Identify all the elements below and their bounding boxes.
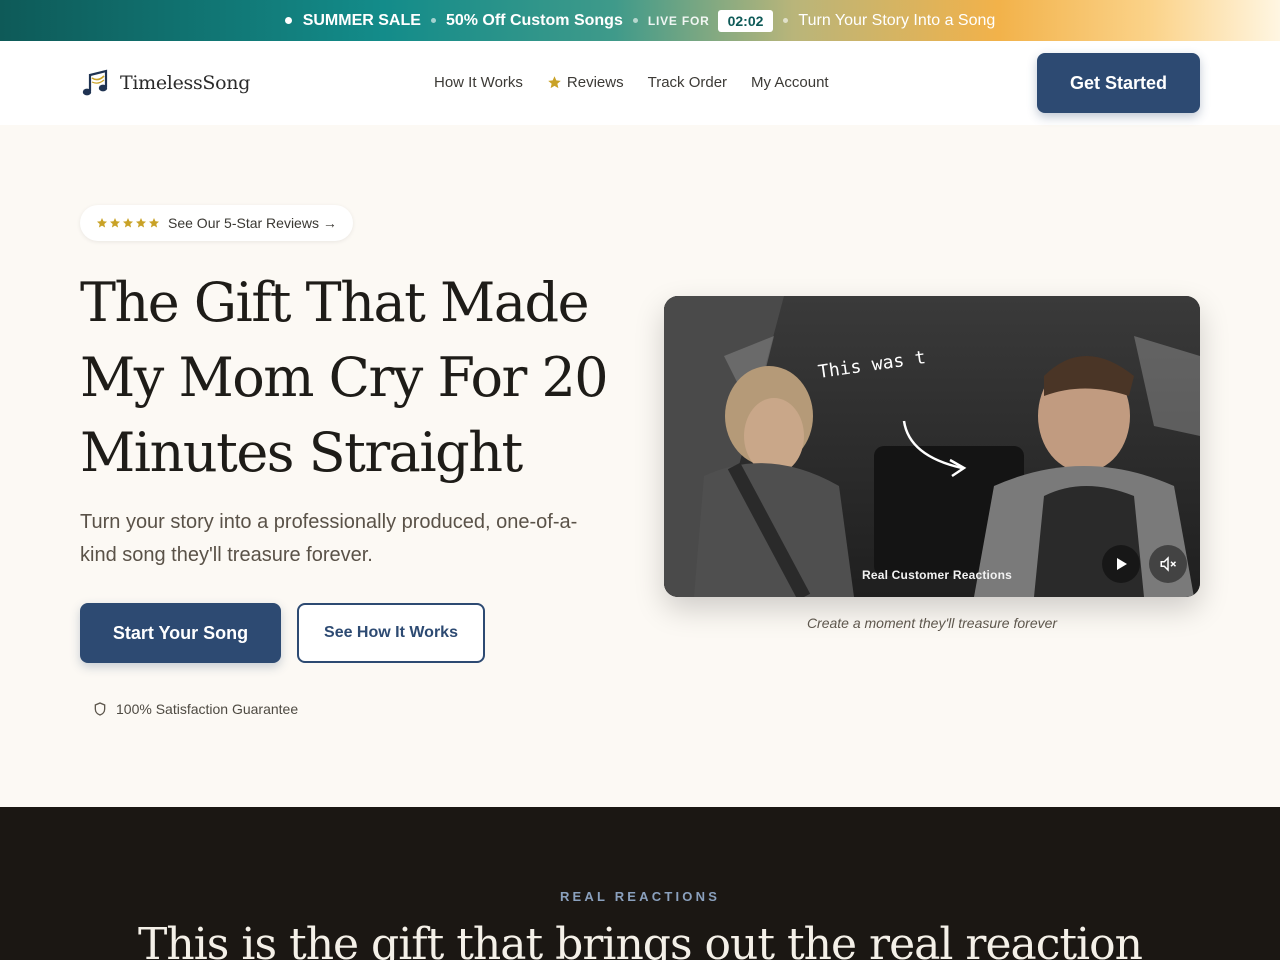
nav-link-label: My Account [751, 74, 829, 91]
reviews-pill-label: See Our 5-Star Reviews → [168, 215, 337, 231]
hero-title-line: The Gift That Made [80, 271, 590, 334]
section-title: This is the gift that brings out the rea… [138, 919, 1143, 960]
star-icon [548, 76, 561, 89]
nav-link-track-order[interactable]: Track Order [648, 74, 727, 91]
promo-countdown-timer: 02:02 [717, 9, 774, 32]
nav-link-my-account[interactable]: My Account [751, 74, 829, 91]
satisfaction-guarantee: 100% Satisfaction Guarantee [92, 701, 298, 717]
brand-name: TimelessSong [120, 72, 251, 94]
promo-live-label: LIVE FOR [647, 13, 710, 28]
promo-sale-label: SUMMER SALE [302, 11, 421, 29]
hero-title-line: My Mom Cry For 20 [80, 346, 609, 409]
reviews-pill-link[interactable]: See Our 5-Star Reviews → [80, 205, 353, 241]
music-note-logo-icon [82, 69, 108, 96]
hero-title: The Gift That Made My Mom Cry For 20 Min… [80, 265, 620, 490]
nav-link-how-it-works[interactable]: How It Works [434, 74, 523, 91]
promo-tagline: Turn Your Story Into a Song [798, 11, 996, 29]
brand-logo[interactable]: TimelessSong [80, 67, 250, 99]
star-icon [149, 218, 159, 228]
promo-dot [284, 17, 292, 24]
star-icon [136, 218, 146, 228]
nav-links: How It Works Reviews Track Order My Acco… [434, 74, 829, 91]
hero-title-line: Minutes Straight [80, 421, 523, 484]
star-icon [110, 218, 120, 228]
five-star-rating [96, 217, 160, 229]
video-caption: Create a moment they'll treasure forever [806, 615, 1058, 631]
section-kicker: REAL REACTIONS [559, 889, 721, 904]
reaction-video-player[interactable]: This was t Real Customer Reactions [664, 296, 1200, 597]
top-navigation: TimelessSong How It Works Reviews Track … [0, 41, 1280, 125]
shield-icon [94, 702, 106, 716]
play-icon [1117, 558, 1127, 570]
mute-button[interactable] [1149, 545, 1187, 583]
nav-link-label: Reviews [566, 74, 624, 91]
start-your-song-button[interactable]: Start Your Song [80, 603, 281, 663]
hero-subtitle: Turn your story into a professionally pr… [80, 511, 578, 566]
promo-separator [632, 18, 638, 23]
nav-link-label: Track Order [647, 74, 728, 91]
video-overlay-caption: Real Customer Reactions [862, 568, 1012, 582]
promo-separator [783, 18, 789, 23]
nav-link-reviews[interactable]: Reviews [547, 74, 624, 91]
promo-banner: SUMMER SALE 50% Off Custom Songs LIVE FO… [0, 0, 1280, 41]
nav-link-label: How It Works [434, 74, 523, 91]
star-icon [123, 218, 133, 228]
real-reactions-section: REAL REACTIONS This is the gift that bri… [0, 807, 1280, 960]
get-started-button[interactable]: Get Started [1037, 53, 1200, 113]
volume-muted-icon [1160, 556, 1177, 572]
promo-offer: 50% Off Custom Songs [445, 11, 623, 29]
guarantee-label: 100% Satisfaction Guarantee [116, 701, 299, 717]
star-icon [97, 218, 107, 228]
promo-separator [430, 18, 436, 23]
see-how-it-works-button[interactable]: See How It Works [297, 603, 485, 663]
play-button[interactable] [1102, 545, 1140, 583]
